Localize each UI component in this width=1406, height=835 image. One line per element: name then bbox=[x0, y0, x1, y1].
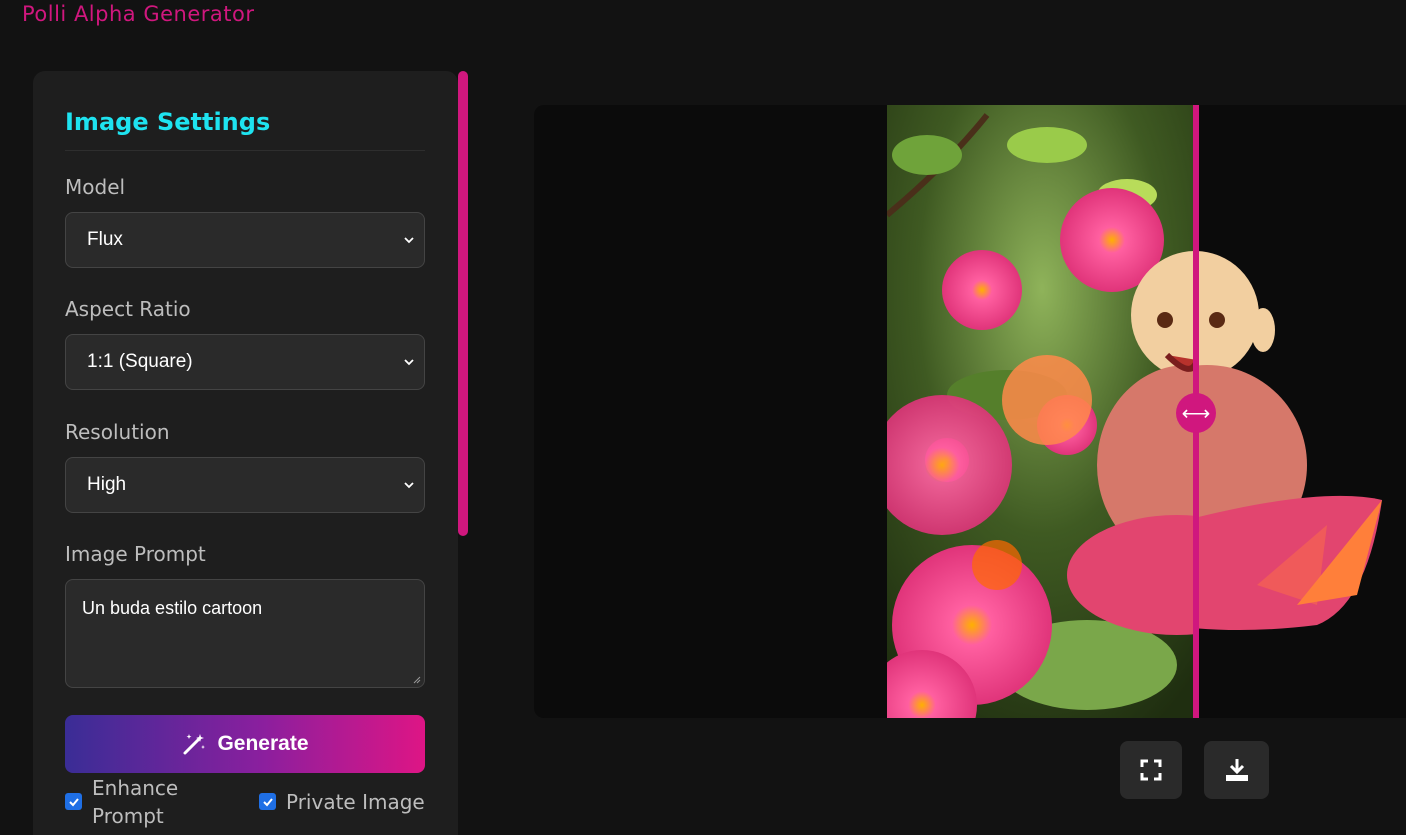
generate-button-label: Generate bbox=[217, 732, 309, 755]
resolution-label: Resolution bbox=[65, 420, 170, 444]
model-label: Model bbox=[65, 175, 126, 199]
generate-button[interactable]: Generate bbox=[65, 715, 425, 773]
private-image-label: Private Image bbox=[286, 790, 425, 814]
download-button[interactable] bbox=[1204, 741, 1269, 799]
resolution-select-value: High bbox=[87, 474, 127, 495]
chevron-down-icon bbox=[404, 359, 414, 366]
prompt-text: Un buda estilo cartoon bbox=[82, 598, 263, 618]
enhance-prompt-label: Enhance Prompt bbox=[92, 776, 179, 828]
settings-panel: Image Settings Model Flux Aspect Ratio 1… bbox=[33, 71, 458, 835]
prompt-label: Image Prompt bbox=[65, 542, 206, 566]
enhance-prompt-check[interactable] bbox=[65, 793, 82, 810]
chevron-down-icon bbox=[404, 482, 414, 489]
settings-heading: Image Settings bbox=[65, 108, 271, 136]
resolution-select[interactable]: High bbox=[65, 457, 425, 513]
checkmark-icon bbox=[262, 797, 273, 806]
fullscreen-button[interactable] bbox=[1120, 741, 1182, 799]
model-select[interactable]: Flux bbox=[65, 212, 425, 268]
download-icon bbox=[1225, 759, 1248, 781]
panel-scrollbar[interactable] bbox=[458, 71, 468, 536]
resize-grip-icon[interactable] bbox=[413, 676, 421, 684]
private-image-checkbox[interactable]: Private Image bbox=[259, 788, 425, 816]
cutout-image bbox=[1197, 251, 1382, 630]
aspect-ratio-select-value: 1:1 (Square) bbox=[87, 351, 193, 372]
prompt-textarea[interactable]: Un buda estilo cartoon bbox=[65, 579, 425, 688]
aspect-ratio-label: Aspect Ratio bbox=[65, 297, 191, 321]
aspect-ratio-select[interactable]: 1:1 (Square) bbox=[65, 334, 425, 390]
private-image-check[interactable] bbox=[259, 793, 276, 810]
chevron-down-icon bbox=[404, 237, 414, 244]
model-select-value: Flux bbox=[87, 229, 123, 250]
heading-divider bbox=[65, 150, 425, 151]
checkmark-icon bbox=[68, 797, 79, 806]
fullscreen-icon bbox=[1140, 759, 1162, 781]
enhance-prompt-checkbox[interactable]: Enhance Prompt bbox=[65, 774, 178, 830]
magic-wand-icon bbox=[183, 734, 206, 755]
original-image bbox=[887, 105, 1197, 718]
app-title: Polli Alpha Generator bbox=[22, 2, 255, 26]
image-preview: ⟷ bbox=[534, 105, 1406, 718]
comparison-handle[interactable]: ⟷ bbox=[1176, 393, 1216, 433]
